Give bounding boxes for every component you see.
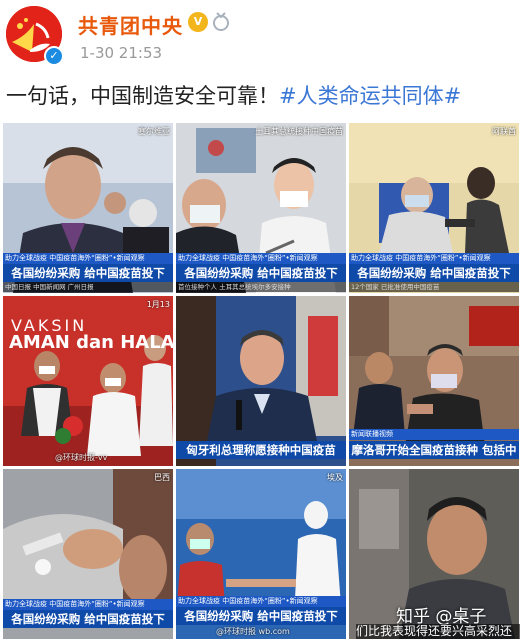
image-grid: 塞尔维亚 助力全球战疫 中国疫苗海外“圈粉”•新闻观察 各国纷纷采购 给中国疫苗… <box>3 123 519 639</box>
grid-image-5[interactable]: 匈牙利总理称愿接种中国疫苗 <box>176 296 346 466</box>
grid-image-1-subline: 中国日报 中国新闻网 广州日报 <box>3 282 173 292</box>
hashtag-link[interactable]: #人类命运共同体# <box>279 84 461 108</box>
grid-image-2-corner: 土耳其总统接种中国疫苗 <box>255 127 343 136</box>
grid-image-5-caption: 匈牙利总理称愿接种中国疫苗 <box>176 441 346 459</box>
grid-image-7-caption: 各国纷纷采购 给中国疫苗投下 <box>3 610 173 628</box>
weibo-post: ✓ 共青团中央 V 1-30 21:53 一句话，中国制造安全可靠！#人类命运共… <box>0 0 522 643</box>
aman-halal-sign: AMAN dan HALAL <box>9 332 173 353</box>
grid-image-4[interactable]: VAKSIN AMAN dan HALAL 1月13 @环球时报-vv <box>3 296 173 466</box>
grid-image-2-topstrip: 助力全球战疫 中国疫苗海外“圈粉”•新闻观察 <box>176 253 346 264</box>
post-body: 一句话，中国制造安全可靠！#人类命运共同体# <box>6 80 461 110</box>
grid-image-2-subline: 首位接种个人 土耳其总统埃尔多安接种 <box>176 282 346 292</box>
post-timestamp: 1-30 21:53 <box>80 44 163 62</box>
grid-image-6-caption: 摩洛哥开始全国疫苗接种 包括中 <box>349 441 519 459</box>
vip-crown-icon: V <box>188 12 208 32</box>
grid-image-3[interactable]: 阿联酋 助力全球战疫 中国疫苗海外“圈粉”•新闻观察 各国纷纷采购 给中国疫苗投… <box>349 123 519 293</box>
grid-image-2-caption: 各国纷纷采购 给中国疫苗投下 <box>176 264 346 282</box>
user-badges: V <box>188 12 230 32</box>
grid-image-6[interactable]: 新闻联播视频 摩洛哥开始全国疫苗接种 包括中 <box>349 296 519 466</box>
video-subtitle: 们比我表现得还要兴高采烈还 <box>356 624 520 639</box>
grid-image-1[interactable]: 塞尔维亚 助力全球战疫 中国疫苗海外“圈粉”•新闻观察 各国纷纷采购 给中国疫苗… <box>3 123 173 293</box>
grid-image-3-caption: 各国纷纷采购 给中国疫苗投下 <box>349 264 519 282</box>
grid-image-6-topstrip: 新闻联播视频 <box>349 429 519 440</box>
grid-image-7-corner: 巴西 <box>154 473 170 482</box>
grid-image-1-corner: 塞尔维亚 <box>138 127 170 136</box>
grid-image-8[interactable]: 埃及 助力全球战疫 中国疫苗海外“圈粉”•新闻观察 各国纷纷采购 给中国疫苗投下… <box>176 469 346 639</box>
grid-image-4-watermark: @环球时报-vv <box>55 453 108 462</box>
grid-image-2[interactable]: 土耳其总统接种中国疫苗 助力全球战疫 中国疫苗海外“圈粉”•新闻观察 各国纷纷采… <box>176 123 346 293</box>
grid-image-3-subline: 12个国家 已批准使用中国疫苗 <box>349 282 519 292</box>
grid-image-8-caption: 各国纷纷采购 给中国疫苗投下 <box>176 607 346 625</box>
post-text: 一句话，中国制造安全可靠！ <box>6 84 279 108</box>
verified-badge-icon: ✓ <box>44 46 64 66</box>
grid-image-8-topstrip: 助力全球战疫 中国疫苗海外“圈粉”•新闻观察 <box>176 596 346 607</box>
grid-image-7-topstrip: 助力全球战疫 中国疫苗海外“圈粉”•新闻观察 <box>3 599 173 610</box>
grid-image-4-corner: 1月13 <box>146 300 170 309</box>
grid-image-3-corner: 阿联酋 <box>492 127 516 136</box>
grid-image-1-caption: 各国纷纷采购 给中国疫苗投下 <box>3 264 173 282</box>
username[interactable]: 共青团中央 <box>78 10 183 39</box>
grid-image-8-watermark: @环球时报 wb.com <box>216 627 290 636</box>
grid-image-8-corner: 埃及 <box>327 473 343 482</box>
grid-image-3-topstrip: 助力全球战疫 中国疫苗海外“圈粉”•新闻观察 <box>349 253 519 264</box>
grid-image-1-topstrip: 助力全球战疫 中国疫苗海外“圈粉”•新闻观察 <box>3 253 173 264</box>
grid-image-7[interactable]: 巴西 助力全球战疫 中国疫苗海外“圈粉”•新闻观察 各国纷纷采购 给中国疫苗投下 <box>3 469 173 639</box>
medal-icon <box>213 12 229 31</box>
